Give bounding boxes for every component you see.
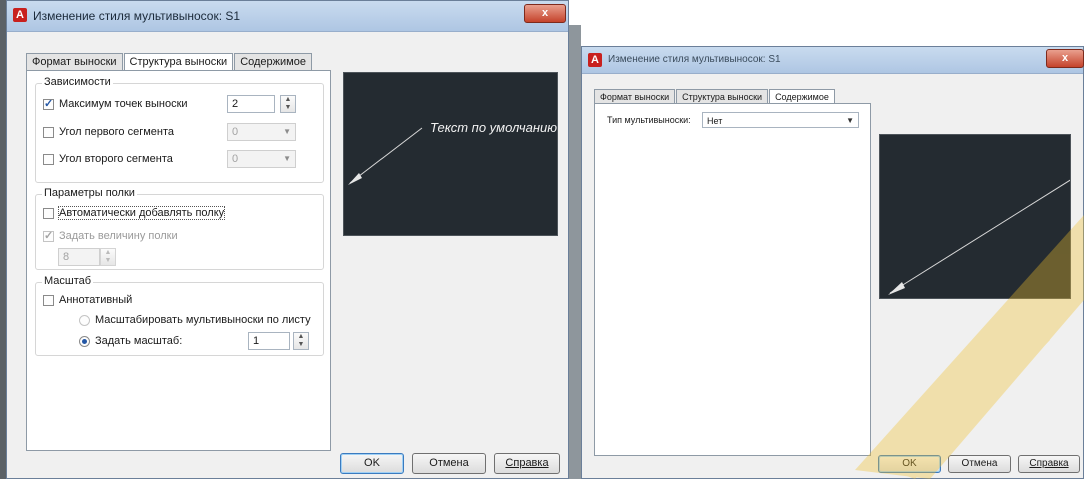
landing-settings-group: Параметры полки Автоматически добавлять … [35,187,324,270]
scale-to-layout-radio[interactable] [79,314,90,326]
chevron-down-icon: ▼ [846,116,854,125]
right-dialog-titlebar[interactable]: A Изменение стиля мультивыносок: S1 x [582,47,1084,74]
constraints-group: Зависимости Максимум точек выноски 2 ▲▼ … [35,76,324,183]
tab-leader-format[interactable]: Формат выноски [26,53,123,71]
second-segment-combo[interactable]: 0 ▼ [227,150,296,168]
leader-preview-graphic [348,127,423,185]
right-cancel-button[interactable]: Отмена [948,455,1011,473]
left-help-button[interactable]: Справка [494,453,560,474]
landing-group-label: Параметры полки [42,187,137,199]
max-points-label: Максимум точек выноски [59,98,188,110]
left-dialog: A Изменение стиля мультивыносок: S1 x Фо… [6,0,569,479]
tab-content[interactable]: Содержимое [234,53,312,71]
chevron-down-icon: ▼ [283,127,291,136]
specify-scale-label: Задать масштаб: [95,335,183,347]
leader-preview-graphic [888,179,1070,295]
max-points-checkbox[interactable] [43,97,54,110]
scale-group: Масштаб Аннотативный Масштабировать муль… [35,275,324,356]
right-dialog: A Изменение стиля мультивыносок: S1 x Фо… [581,46,1084,479]
max-points-spinner[interactable]: ▲ ▼ [280,95,296,113]
preview-default-text: Текст по умолчанию [430,120,558,135]
right-ok-button[interactable]: OK [878,455,941,473]
right-close-button[interactable]: x [1046,49,1084,68]
set-landing-distance-checkbox[interactable] [43,229,54,242]
chevron-down-icon: ▼ [283,154,291,163]
first-segment-value: 0 [232,126,239,138]
max-points-input[interactable]: 2 [227,95,275,113]
annotative-checkbox[interactable] [43,294,54,306]
left-dialog-titlebar[interactable]: A Изменение стиля мультивыносок: S1 x [7,1,568,32]
second-segment-value: 0 [232,153,239,165]
scale-to-layout-label: Масштабировать мультивыноски по листу [95,314,311,326]
auto-landing-label: Автоматически добавлять полку [57,206,226,220]
scale-value-spinner[interactable]: ▲ ▼ [293,332,309,350]
background-window-edge-middle [569,25,581,479]
right-tab-page: Тип мультивыноски: Нет ▼ [594,103,871,456]
left-close-button[interactable]: x [524,4,566,23]
left-ok-button[interactable]: OK [340,453,404,474]
left-preview-pane: Текст по умолчанию [343,72,558,236]
left-tab-strip: Формат выноски Структура выноски Содержи… [26,52,313,72]
first-segment-label: Угол первого сегмента [59,126,175,138]
second-segment-label: Угол второго сегмента [59,153,173,165]
right-dialog-title: Изменение стиля мультивыносок: S1 [608,54,781,65]
scale-value-input[interactable]: 1 [248,332,290,350]
multileader-type-label: Тип мультивыноски: [607,115,691,125]
scale-group-label: Масштаб [42,275,94,287]
right-preview-pane [879,134,1071,299]
autocad-logo-icon: A [588,53,602,67]
multileader-type-combo[interactable]: Нет ▼ [702,112,859,128]
left-cancel-button[interactable]: Отмена [412,453,486,474]
first-segment-checkbox[interactable] [43,126,54,138]
autocad-logo-icon: A [13,8,27,22]
annotative-label: Аннотативный [59,294,133,306]
right-help-label: Справка [1029,458,1069,469]
specify-scale-radio[interactable] [79,335,90,347]
landing-distance-input[interactable]: 8 [58,248,100,266]
second-segment-checkbox[interactable] [43,153,54,165]
multileader-type-value: Нет [707,116,723,126]
first-segment-combo[interactable]: 0 ▼ [227,123,296,141]
set-landing-distance-label: Задать величину полки [59,230,178,242]
landing-distance-spinner[interactable]: ▲ ▼ [100,248,116,266]
left-dialog-title: Изменение стиля мультивыносок: S1 [33,9,241,23]
right-help-button[interactable]: Справка [1018,455,1080,473]
auto-landing-checkbox[interactable] [43,207,54,219]
left-help-label: Справка [505,457,549,469]
left-tab-page: Зависимости Максимум точек выноски 2 ▲▼ … [26,70,331,451]
constraints-group-label: Зависимости [42,76,113,88]
